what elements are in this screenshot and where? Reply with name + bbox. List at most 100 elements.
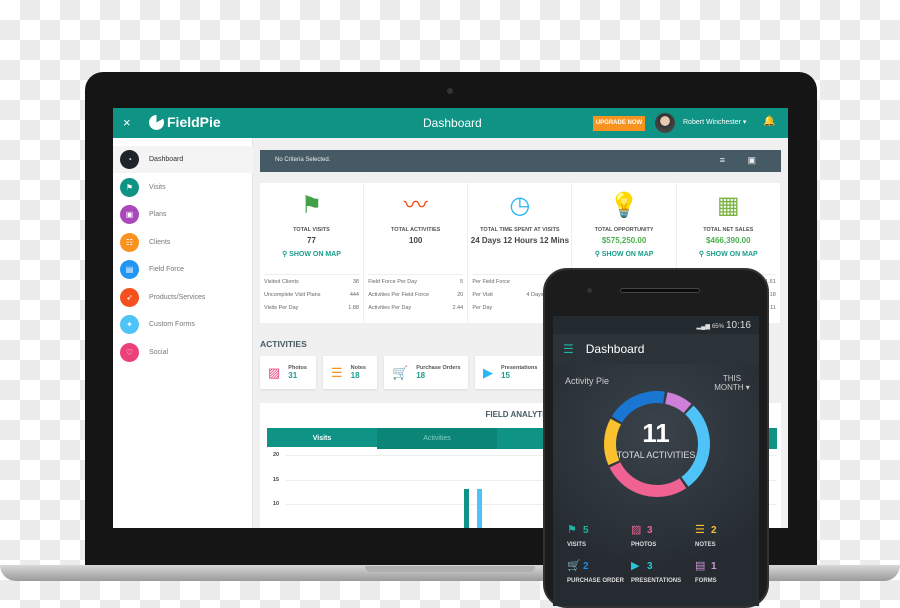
sidebar-item-products-services[interactable]: ➶ Products/Services <box>113 284 253 311</box>
tab-activities[interactable]: Activities <box>377 428 497 449</box>
stat-row: Field Force Per Day 5 <box>368 279 463 292</box>
chevron-down-icon: ▾ <box>742 119 747 126</box>
stat-row-value: 5 <box>460 279 464 285</box>
hamburger-menu-icon[interactable]: ☰ <box>563 342 574 356</box>
activity-card-presentations[interactable]: ▶ Presentations 15 <box>475 356 545 389</box>
show-on-map-link[interactable]: ⚲ SHOW ON MAP <box>260 250 363 258</box>
stat-row-label: Activities Per Day <box>368 305 412 311</box>
chart-bar <box>477 489 482 528</box>
legend-label: FORMS <box>695 578 717 584</box>
sidebar-item-label: Field Force <box>149 266 185 273</box>
filter-icon[interactable]: ≡ ▣ <box>720 155 766 166</box>
donut-segment <box>609 462 687 497</box>
sidebar-item-visits[interactable]: ⚑ Visits <box>113 174 253 201</box>
legend-item-visits: ⚑ 5 VISITS <box>567 520 632 548</box>
stat-value: $575,250.00 <box>601 236 647 245</box>
sidebar-item-label: Visits <box>149 183 166 191</box>
sidebar-item-plans[interactable]: ▣ Plans <box>113 201 253 228</box>
activity-value: 18 <box>350 371 360 380</box>
stat-row-label: Field Force Per Day <box>368 279 418 285</box>
activity-value: 31 <box>288 371 298 380</box>
stat-icon: 💡 <box>609 192 640 219</box>
stat-details: Visited Clients 38 Uncomplete Visit Plans 4… <box>264 274 359 318</box>
stat-row-value: 38 <box>352 279 359 285</box>
sidebar-item-label: Clients <box>149 238 171 246</box>
sidebar-item-custom-forms[interactable]: ✦ Custom Forms <box>113 311 253 338</box>
stat-row-value: 20 <box>457 292 464 298</box>
phone-camera <box>587 288 592 293</box>
avatar[interactable] <box>655 113 675 133</box>
y-tick-label: 10 <box>273 501 280 507</box>
stat-value: $466,390.00 <box>706 236 751 245</box>
user-menu[interactable]: Robert Winchester ▾ <box>683 118 746 126</box>
bell-icon[interactable]: 🔔 <box>763 116 775 127</box>
sidebar-icon: ☷ <box>120 232 139 252</box>
tab-visits[interactable]: Visits <box>267 428 377 449</box>
legend-item-forms: ▤ 1 FORMS <box>695 556 759 584</box>
total-activities-label: TOTAL ACTIVITIES <box>616 450 696 460</box>
sidebar-item-label: Products/Services <box>149 293 206 301</box>
legend-icon: ▨ <box>631 524 642 536</box>
legend-icon: ☰ <box>695 524 705 536</box>
stat-row-value: 444 <box>349 292 359 298</box>
activity-text: Photos 31 <box>288 365 307 380</box>
signal-icon: ▂▄▆ <box>696 324 710 330</box>
activity-card-purchase-orders[interactable]: 🛒 Purchase Orders 18 <box>384 356 468 389</box>
stat-row-label: Activities Per Field Force <box>368 292 430 298</box>
sidebar-item-field-force[interactable]: ▤ Field Force <box>113 256 253 283</box>
stat-row: Activities Per Day 2.44 <box>368 305 463 318</box>
stat-label: TOTAL NET SALES <box>703 227 754 233</box>
activity-card-notes[interactable]: ☰ Notes 18 <box>323 356 377 389</box>
legend-value: 3 <box>647 525 653 536</box>
activity-text: Notes 18 <box>351 365 366 380</box>
stat-row: Uncomplete Visit Plans 444 <box>264 292 359 305</box>
total-activities-value: 11 <box>642 418 670 448</box>
stat-label: TOTAL VISITS <box>293 227 330 233</box>
status-bar: ▂▄▆ 65% 10:16 <box>553 316 759 334</box>
activity-value: 18 <box>416 371 426 380</box>
legend-icon: 🛒 <box>567 560 581 572</box>
show-on-map-link[interactable]: ⚲ SHOW ON MAP <box>573 250 676 258</box>
stat-details: Field Force Per Day 5 Activities Per Field… <box>368 274 464 318</box>
donut-segment <box>611 391 665 423</box>
sidebar-item-dashboard[interactable]: ◔ Dashboard <box>113 146 253 173</box>
period-dropdown[interactable]: THIS MONTH ▾ <box>713 374 751 392</box>
y-tick-label: 20 <box>273 452 280 458</box>
stat-row-label: Per Visit <box>472 292 493 298</box>
sidebar-icon: ♡ <box>120 342 139 362</box>
stat-row: Visited Clients 38 <box>264 279 359 292</box>
stat-row-label: Visits Per Day <box>264 305 299 311</box>
stat-row: Visits Per Day 1.88 <box>264 305 359 318</box>
stat-value: 77 <box>307 236 316 245</box>
stat-row-label: Visited Clients <box>264 279 299 285</box>
show-on-map-link[interactable]: ⚲ SHOW ON MAP <box>677 250 780 258</box>
activity-icon: ☰ <box>331 364 343 380</box>
stat-icon: 〰 <box>403 192 428 219</box>
legend-item-notes: ☰ 2 NOTES <box>695 520 759 548</box>
stat-row-label: Uncomplete Visit Plans <box>264 292 321 298</box>
close-icon[interactable]: × <box>123 115 131 130</box>
chart-bar <box>464 489 469 528</box>
upgrade-button[interactable]: UPGRADE NOW <box>593 116 645 131</box>
sidebar-item-clients[interactable]: ☷ Clients <box>113 229 253 256</box>
legend-item-presentations: ▶ 3 PRESENTATIONS <box>631 556 696 584</box>
activity-card-photos[interactable]: ▨ Photos 31 <box>260 356 316 389</box>
sidebar: ◔ Dashboard ⚑ Visits ▣ Plans ☷ Clients ▤ Field Fo… <box>113 138 253 528</box>
stat-card: 〰 TOTAL ACTIVITIES 100 Field Force Per Day 5… <box>364 183 469 323</box>
clock: 10:16 <box>725 320 751 331</box>
legend-value: 1 <box>711 561 717 572</box>
legend-value: 2 <box>583 561 589 572</box>
activities-heading: ACTIVITIES <box>260 339 307 349</box>
stat-icon: ▦ <box>716 192 740 219</box>
stat-icon: ◷ <box>509 192 531 219</box>
page-title: Dashboard <box>423 116 482 130</box>
logo: FieldPie <box>149 114 221 130</box>
sidebar-item-social[interactable]: ♡ Social <box>113 339 253 366</box>
criteria-bar: No Criteria Selected. ≡ ▣ <box>260 150 781 172</box>
legend-value: 3 <box>647 561 653 572</box>
activity-icon: 🛒 <box>392 364 409 380</box>
activity-text: Purchase Orders 18 <box>416 365 460 380</box>
legend-icon: ▶ <box>631 560 640 572</box>
logo-text: FieldPie <box>167 114 221 130</box>
stat-row-value: 11 <box>770 305 776 311</box>
